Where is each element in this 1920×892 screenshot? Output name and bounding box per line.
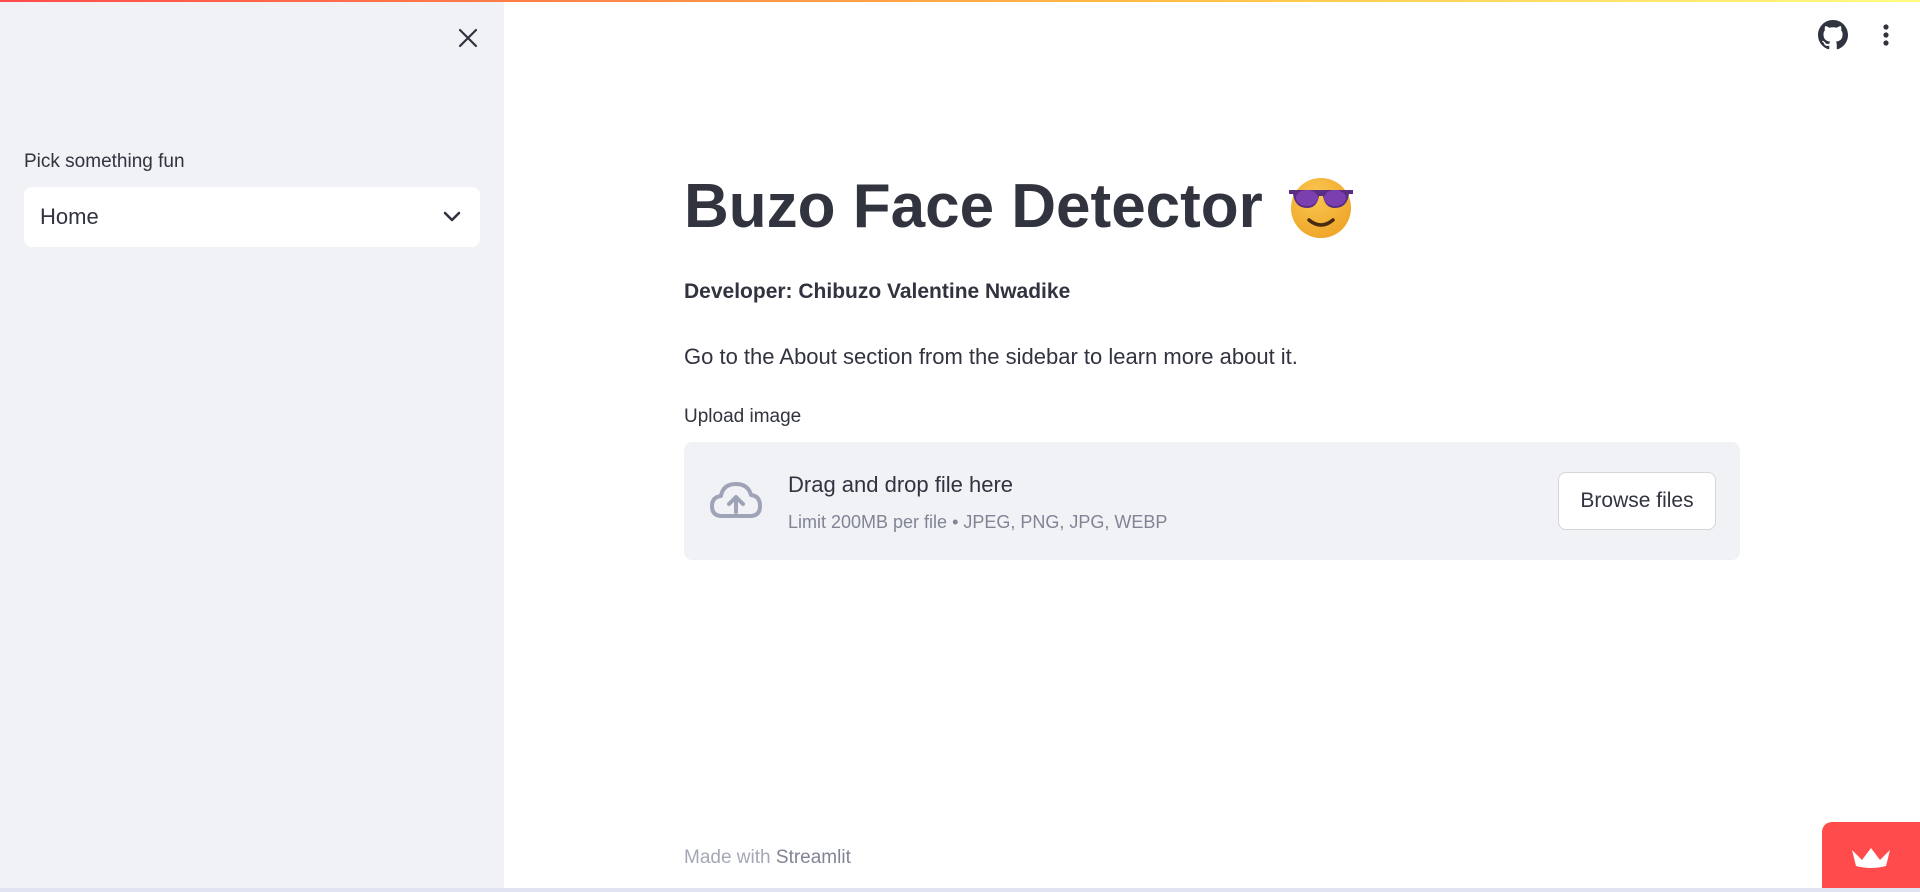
select-value: Home [40, 204, 99, 229]
dropzone-title: Drag and drop file here [788, 472, 1014, 497]
description-text: Go to the About section from the sidebar… [684, 344, 1298, 369]
upload-label: Upload image [684, 406, 802, 427]
dropzone-limits: Limit 200MB per file • JPEG, PNG, JPG, W… [788, 512, 1168, 532]
streamlit-badge-button[interactable] [1822, 822, 1920, 892]
footer: Made with Streamlit [684, 847, 851, 869]
select-label: Pick something fun [24, 151, 185, 172]
browse-files-button[interactable]: Browse files [1558, 472, 1716, 530]
footer-prefix: Made with [684, 847, 771, 868]
chevron-down-icon [440, 205, 464, 229]
title-text: Buzo Face Detector [684, 171, 1263, 241]
crown-icon [1852, 848, 1890, 868]
close-sidebar-button[interactable] [452, 22, 484, 54]
footer-brand-link[interactable]: Streamlit [776, 847, 851, 868]
top-decoration-bar [0, 0, 1920, 2]
close-icon [458, 28, 478, 48]
more-vert-icon[interactable] [1874, 20, 1898, 50]
page-title: Buzo Face Detector [684, 170, 1357, 242]
cloud-upload-icon [710, 482, 762, 518]
file-dropzone[interactable]: Drag and drop file here Limit 200MB per … [684, 442, 1740, 560]
developer-credit: Developer: Chibuzo Valentine Nwadike [684, 280, 1071, 303]
github-icon[interactable] [1818, 20, 1848, 50]
bottom-border [0, 888, 1920, 892]
page-select[interactable]: Home [24, 187, 480, 247]
sidebar: Pick something fun Home [0, 0, 504, 892]
sunglasses-face-emoji [1288, 178, 1353, 238]
main-content: Buzo Face Detector Developer: Chibuzo Va… [684, 0, 1740, 892]
